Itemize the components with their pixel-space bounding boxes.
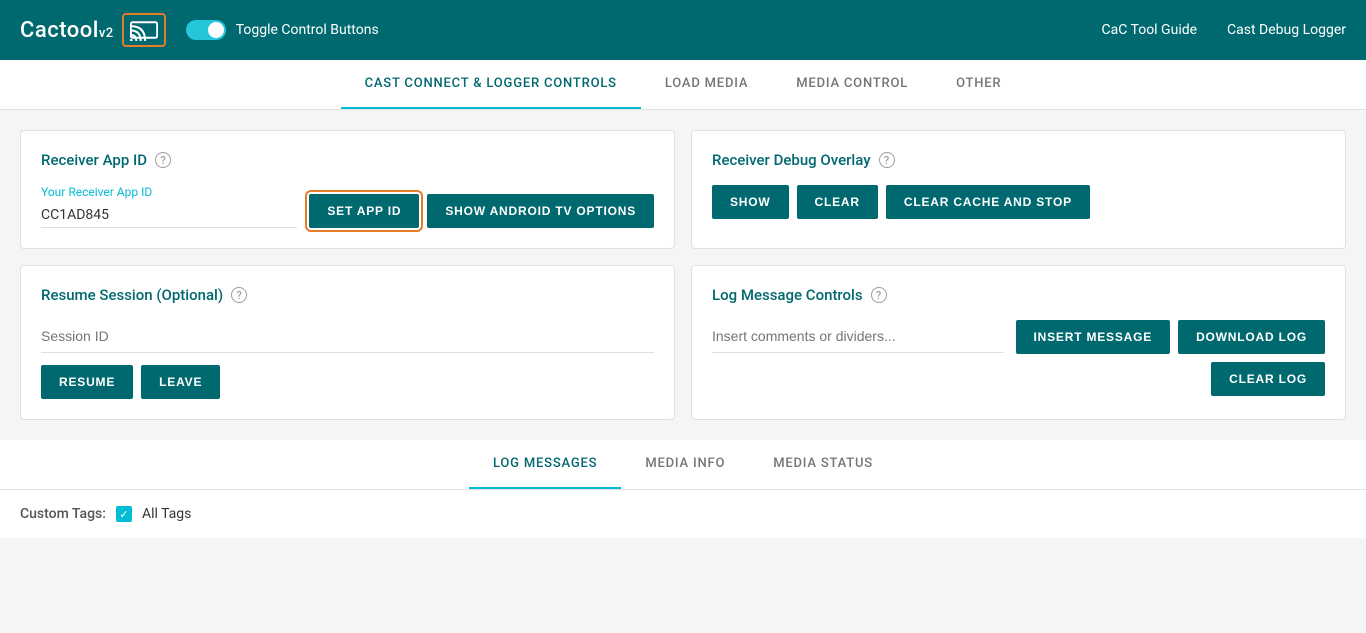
- insert-message-button[interactable]: INSERT MESSAGE: [1016, 320, 1171, 354]
- resume-session-button[interactable]: RESUME: [41, 365, 133, 399]
- toggle-section: Toggle Control Buttons: [186, 20, 379, 40]
- toggle-control-buttons[interactable]: [186, 20, 226, 40]
- receiver-app-buttons: SET APP ID SHOW ANDROID TV OPTIONS: [309, 194, 654, 228]
- tab-media-control[interactable]: MEDIA CONTROL: [772, 60, 932, 109]
- all-tags-checkbox[interactable]: [116, 506, 132, 522]
- bottom-tabs-container: LOG MESSAGES MEDIA INFO MEDIA STATUS: [0, 440, 1366, 490]
- log-message-controls-label: Log Message Controls: [712, 286, 863, 304]
- bottom-tabs: LOG MESSAGES MEDIA INFO MEDIA STATUS: [469, 440, 897, 489]
- log-message-controls-card: Log Message Controls ? INSERT MESSAGE DO…: [691, 265, 1346, 420]
- clear-log-button[interactable]: CLEAR LOG: [1211, 362, 1325, 396]
- receiver-app-id-label: Receiver App ID: [41, 151, 147, 169]
- main-tabs: CAST CONNECT & LOGGER CONTROLS LOAD MEDI…: [341, 60, 1026, 109]
- log-message-buttons: INSERT MESSAGE DOWNLOAD LOG CLEAR LOG: [1016, 320, 1325, 396]
- cast-icon: [130, 19, 158, 41]
- resume-session-buttons: RESUME LEAVE: [41, 365, 654, 399]
- tab-media-status[interactable]: MEDIA STATUS: [749, 440, 897, 489]
- clear-cache-stop-button[interactable]: CLEAR CACHE AND STOP: [886, 185, 1090, 219]
- cast-icon-wrapper[interactable]: [122, 13, 166, 47]
- receiver-app-sublabel: Your Receiver App ID: [41, 185, 297, 199]
- log-buttons-top-row: INSERT MESSAGE DOWNLOAD LOG: [1016, 320, 1325, 354]
- receiver-app-id-input-group: Your Receiver App ID CC1AD845: [41, 185, 297, 228]
- cac-tool-guide-link[interactable]: CaC Tool Guide: [1102, 22, 1198, 38]
- logo-name: Cactool: [20, 18, 99, 43]
- resume-session-card: Resume Session (Optional) ? RESUME LEAVE: [20, 265, 675, 420]
- main-content: Receiver App ID ? Your Receiver App ID C…: [0, 110, 1366, 440]
- tab-cast-connect[interactable]: CAST CONNECT & LOGGER CONTROLS: [341, 60, 641, 109]
- main-tabs-container: CAST CONNECT & LOGGER CONTROLS LOAD MEDI…: [0, 60, 1366, 110]
- logo-section: Cactoolv2: [20, 13, 166, 47]
- tab-other[interactable]: OTHER: [932, 60, 1025, 109]
- cast-debug-logger-link[interactable]: Cast Debug Logger: [1227, 22, 1346, 38]
- log-message-controls-title: Log Message Controls ?: [712, 286, 1325, 304]
- resume-session-title: Resume Session (Optional) ?: [41, 286, 654, 304]
- tab-media-info[interactable]: MEDIA INFO: [621, 440, 749, 489]
- receiver-app-id-input-row: Your Receiver App ID CC1AD845 SET APP ID…: [41, 185, 654, 228]
- header-nav: CaC Tool Guide Cast Debug Logger: [1102, 22, 1347, 38]
- custom-tags-label: Custom Tags:: [20, 506, 106, 522]
- all-tags-label: All Tags: [142, 506, 191, 522]
- custom-tags-row: Custom Tags: All Tags: [0, 490, 1366, 538]
- cards-row-bottom: Resume Session (Optional) ? RESUME LEAVE…: [20, 265, 1346, 420]
- log-buttons-bottom-row: CLEAR LOG: [1211, 362, 1325, 396]
- receiver-debug-overlay-help-icon[interactable]: ?: [879, 152, 895, 168]
- tab-log-messages[interactable]: LOG MESSAGES: [469, 440, 621, 489]
- log-message-inner: INSERT MESSAGE DOWNLOAD LOG CLEAR LOG: [712, 320, 1325, 396]
- receiver-debug-overlay-title: Receiver Debug Overlay ?: [712, 151, 1325, 169]
- receiver-debug-overlay-buttons: SHOW CLEAR CLEAR CACHE AND STOP: [712, 185, 1325, 219]
- cards-row-top: Receiver App ID ? Your Receiver App ID C…: [20, 130, 1346, 249]
- leave-session-button[interactable]: LEAVE: [141, 365, 220, 399]
- session-id-input[interactable]: [41, 320, 654, 353]
- clear-overlay-button[interactable]: CLEAR: [797, 185, 878, 219]
- receiver-app-id-help-icon[interactable]: ?: [155, 152, 171, 168]
- toggle-label: Toggle Control Buttons: [236, 22, 379, 38]
- logo-version: v2: [99, 26, 114, 41]
- resume-session-help-icon[interactable]: ?: [231, 287, 247, 303]
- tab-load-media[interactable]: LOAD MEDIA: [641, 60, 772, 109]
- receiver-debug-overlay-label: Receiver Debug Overlay: [712, 151, 871, 169]
- resume-session-label: Resume Session (Optional): [41, 286, 223, 304]
- app-header: Cactoolv2 Toggle Control Buttons CaC Too…: [0, 0, 1366, 60]
- show-android-tv-button[interactable]: SHOW ANDROID TV OPTIONS: [427, 194, 654, 228]
- receiver-app-id-title: Receiver App ID ?: [41, 151, 654, 169]
- receiver-debug-overlay-card: Receiver Debug Overlay ? SHOW CLEAR CLEA…: [691, 130, 1346, 249]
- logo-text: Cactoolv2: [20, 18, 114, 43]
- set-app-id-button[interactable]: SET APP ID: [309, 194, 419, 228]
- log-message-controls-help-icon[interactable]: ?: [871, 287, 887, 303]
- download-log-button[interactable]: DOWNLOAD LOG: [1178, 320, 1325, 354]
- receiver-app-id-value: CC1AD845: [41, 203, 297, 228]
- show-overlay-button[interactable]: SHOW: [712, 185, 789, 219]
- log-message-input[interactable]: [712, 320, 1004, 353]
- receiver-app-id-card: Receiver App ID ? Your Receiver App ID C…: [20, 130, 675, 249]
